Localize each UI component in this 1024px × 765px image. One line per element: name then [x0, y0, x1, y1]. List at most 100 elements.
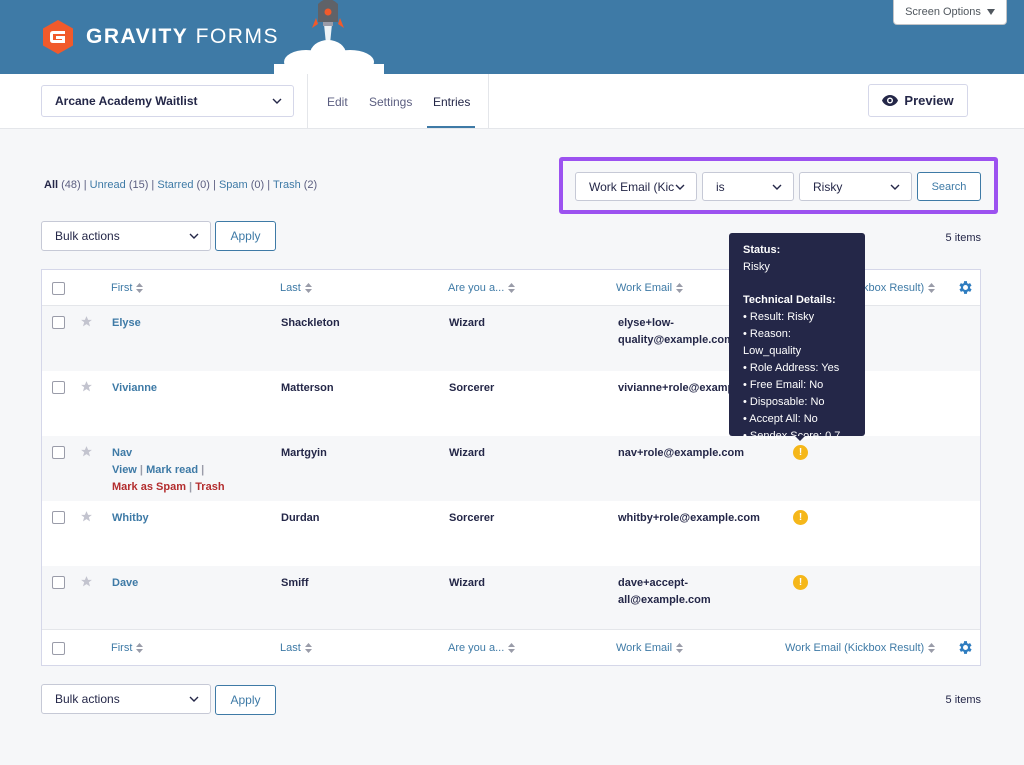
toolbar-divider [488, 74, 489, 129]
chevron-down-icon [890, 184, 900, 190]
form-toolbar: Arcane Academy Waitlist Edit Settings En… [0, 74, 1024, 129]
filter-starred-count: (0) [196, 179, 210, 191]
gear-icon[interactable] [957, 279, 974, 296]
entry-work-email: dave+accept-all@example.com [618, 575, 711, 609]
row-checkbox[interactable] [52, 511, 65, 524]
preview-button[interactable]: Preview [868, 84, 968, 117]
app-header: GRAVITY FORMS Screen Options [0, 0, 1024, 74]
filter-spam-count: (0) [250, 179, 265, 191]
gravity-forms-logo[interactable] [40, 19, 76, 55]
search-field-select[interactable]: Work Email (Kic [575, 172, 697, 201]
table-footer: First Last Are you a... Work Email Work … [42, 629, 980, 665]
warning-icon[interactable]: ! [793, 575, 808, 590]
entry-first-name[interactable]: Vivianne [112, 380, 157, 397]
screen-options-label: Screen Options [905, 6, 981, 18]
row-checkbox[interactable] [52, 576, 65, 589]
chevron-down-icon [675, 182, 685, 192]
caret-down-icon [986, 9, 995, 15]
active-tab-indicator [427, 126, 475, 128]
filter-unread[interactable]: Unread [90, 179, 126, 191]
column-last[interactable]: Last [280, 642, 312, 654]
row-action-separator: | [185, 481, 196, 493]
entry-role: Sorcerer [449, 382, 495, 394]
brand-name-bold: GRAVITY [86, 25, 189, 48]
chevron-down-icon [272, 98, 282, 104]
table-row[interactable]: Whitby Durdan Sorcerer whitby+role@examp… [42, 501, 980, 566]
chevron-down-icon [189, 696, 199, 702]
star-icon[interactable] [80, 445, 93, 458]
sort-icon [304, 643, 312, 653]
sort-icon [136, 283, 144, 293]
tooltip-detail: • Disposable: No [743, 396, 825, 408]
select-all-checkbox[interactable] [52, 642, 65, 655]
bulk-actions-label: Bulk actions [55, 692, 120, 706]
eye-icon [882, 95, 899, 106]
search-button[interactable]: Search [917, 172, 981, 201]
column-work-email[interactable]: Work Email [616, 642, 684, 654]
row-checkbox[interactable] [52, 446, 65, 459]
select-all-checkbox[interactable] [52, 282, 65, 295]
row-action-view[interactable]: View [112, 464, 137, 476]
row-action-mark-spam[interactable]: Mark as Spam [112, 481, 186, 493]
filter-starred[interactable]: Starred [157, 179, 193, 191]
tooltip-details-heading: Technical Details: [743, 294, 836, 306]
column-work-email-label: Work Email [616, 642, 673, 654]
entry-work-email: nav+role@example.com [618, 447, 744, 459]
column-work-email[interactable]: Work Email [616, 282, 684, 294]
entry-last-name: Matterson [281, 382, 334, 394]
column-are-you[interactable]: Are you a... [448, 282, 516, 294]
bulk-actions-select[interactable]: Bulk actions [41, 221, 211, 251]
filter-trash[interactable]: Trash [273, 179, 301, 191]
entry-first-name[interactable]: Whitby [112, 510, 149, 527]
row-checkbox[interactable] [52, 316, 65, 329]
row-actions: View | Mark read | Mark as Spam | Trash [112, 462, 225, 496]
form-switcher-select[interactable]: Arcane Academy Waitlist [41, 85, 294, 117]
gear-icon[interactable] [957, 639, 974, 656]
chevron-down-icon [772, 184, 782, 190]
email-line: quality@example.com [618, 334, 734, 346]
entry-first-name[interactable]: Dave [112, 575, 138, 592]
bulk-actions-select[interactable]: Bulk actions [41, 684, 211, 714]
row-action-mark-read[interactable]: Mark read [146, 464, 198, 476]
tab-edit[interactable]: Edit [327, 95, 348, 109]
entry-last-name: Shackleton [281, 317, 340, 329]
column-kickbox-label: Work Email (Kickbox Result) [785, 642, 925, 654]
screen-options-button[interactable]: Screen Options [893, 0, 1007, 25]
filter-separator: | [209, 179, 219, 191]
entry-role: Wizard [449, 447, 485, 459]
star-icon[interactable] [80, 510, 93, 523]
search-value-select[interactable]: Risky [799, 172, 912, 201]
entry-first-name[interactable]: Nav [112, 445, 132, 462]
entry-first-name[interactable]: Elyse [112, 315, 141, 332]
row-action-trash[interactable]: Trash [195, 481, 224, 493]
entry-work-email: elyse+low-quality@example.com [618, 315, 734, 349]
filter-all[interactable]: All [44, 179, 58, 191]
tab-settings[interactable]: Settings [369, 95, 412, 109]
column-work-email-label: Work Email [616, 282, 673, 294]
column-last-label: Last [280, 282, 301, 294]
column-first[interactable]: First [111, 282, 144, 294]
warning-icon[interactable]: ! [793, 510, 808, 525]
warning-icon[interactable]: ! [793, 445, 808, 460]
row-checkbox[interactable] [52, 381, 65, 394]
star-icon[interactable] [80, 315, 93, 328]
column-kickbox-result[interactable]: Work Email (Kickbox Result) [785, 642, 936, 654]
kickbox-result-tooltip: Status: Risky Technical Details: • Resul… [729, 233, 865, 442]
column-are-you[interactable]: Are you a... [448, 642, 516, 654]
column-last[interactable]: Last [280, 282, 312, 294]
search-operator-select[interactable]: is [702, 172, 794, 201]
tab-entries[interactable]: Entries [433, 95, 470, 109]
star-icon[interactable] [80, 575, 93, 588]
filter-spam[interactable]: Spam [219, 179, 248, 191]
table-row[interactable]: Dave Smiff Wizard dave+accept-all@exampl… [42, 566, 980, 631]
tooltip-status-value: Risky [743, 261, 770, 273]
star-icon[interactable] [80, 380, 93, 393]
search-operator-value: is [716, 179, 725, 194]
apply-button[interactable]: Apply [215, 685, 276, 715]
sort-icon [304, 283, 312, 293]
items-count: 5 items [945, 232, 981, 244]
apply-button[interactable]: Apply [215, 221, 276, 251]
column-first[interactable]: First [111, 642, 144, 654]
tooltip-detail: • Free Email: No [743, 379, 824, 391]
table-row[interactable]: Nav View | Mark read | Mark as Spam | Tr… [42, 436, 980, 501]
